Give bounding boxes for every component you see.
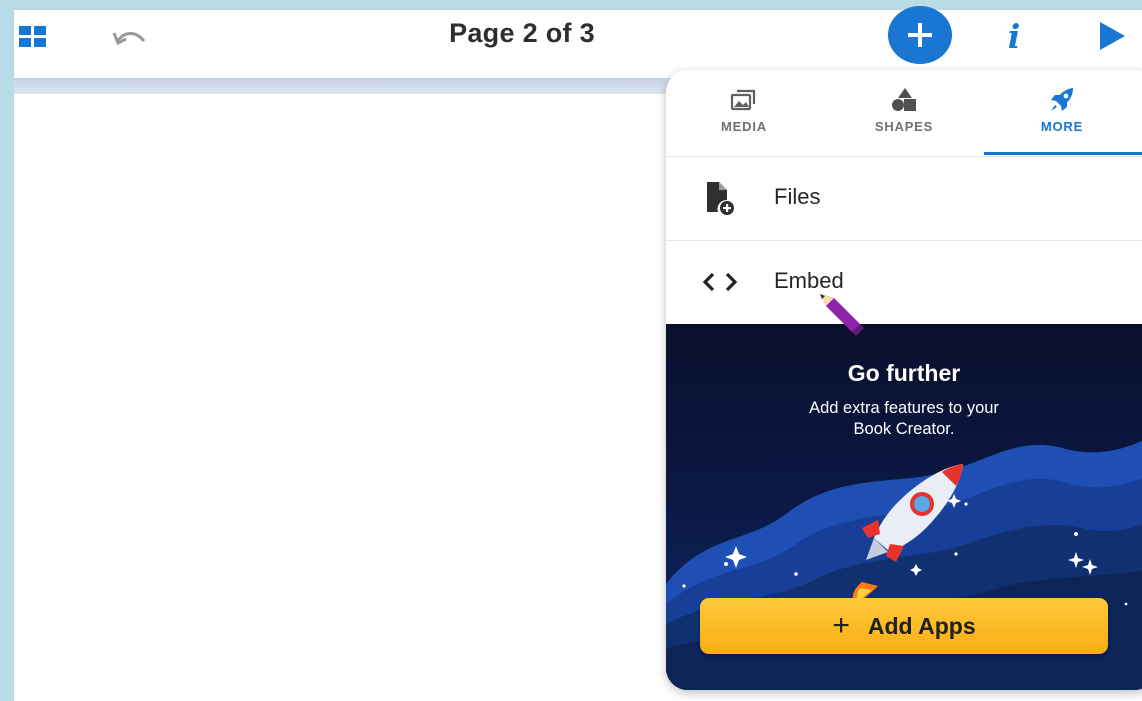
pencil-cursor-icon xyxy=(820,294,864,336)
tab-media-label: MEDIA xyxy=(721,119,767,134)
add-apps-plus-icon: + xyxy=(832,609,850,642)
grid-view-button[interactable] xyxy=(18,24,48,50)
tab-more-label: MORE xyxy=(1040,119,1084,134)
embed-label: Embed xyxy=(774,268,844,293)
tab-media[interactable]: MEDIA xyxy=(694,70,794,156)
files-label: Files xyxy=(774,184,821,209)
info-button[interactable]: i xyxy=(996,16,1032,56)
play-icon xyxy=(1100,22,1125,50)
active-tab-indicator xyxy=(984,152,1142,155)
go-further-promo: Go further Add extra features to your Bo… xyxy=(666,324,1142,690)
embed-menu-item[interactable]: Embed xyxy=(666,240,1142,324)
add-content-panel: MEDIA SHAPES MORE Files Embed Go further… xyxy=(666,70,1142,690)
tab-shapes-label: SHAPES xyxy=(874,119,934,134)
promo-subtitle: Add extra features to your Book Creator. xyxy=(809,399,999,438)
add-content-button[interactable] xyxy=(888,6,952,64)
tab-more[interactable]: MORE xyxy=(1012,70,1112,156)
file-add-icon xyxy=(707,182,734,215)
tab-shapes[interactable]: SHAPES xyxy=(854,70,954,156)
add-apps-label: Add Apps xyxy=(867,612,976,639)
rocket-icon xyxy=(1051,88,1073,111)
shapes-icon xyxy=(892,88,916,111)
panel-tabs: MEDIA SHAPES MORE xyxy=(666,70,1142,157)
play-button[interactable] xyxy=(1094,20,1130,52)
plus-icon xyxy=(908,23,932,47)
info-icon: i xyxy=(1007,16,1021,56)
add-apps-button[interactable]: + Add Apps xyxy=(700,598,1108,654)
undo-button[interactable] xyxy=(108,22,152,52)
top-toolbar xyxy=(14,10,1142,78)
promo-title: Go further xyxy=(847,360,961,386)
grid-icon xyxy=(19,26,46,47)
undo-icon xyxy=(112,32,146,46)
media-icon xyxy=(730,89,756,111)
files-menu-item[interactable]: Files xyxy=(666,156,1142,241)
code-icon xyxy=(702,272,738,292)
